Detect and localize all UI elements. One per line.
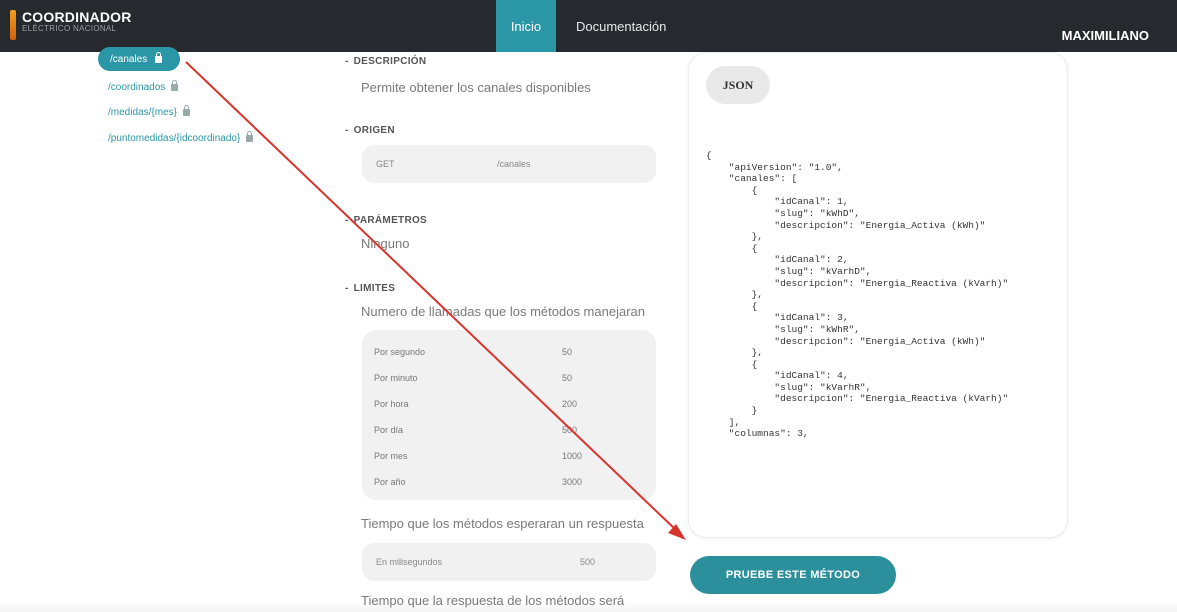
table-row: Por segundo 50 [374,347,573,357]
endpoint-route: /canales [497,159,531,169]
logo-title: COORDINADOR [22,9,132,25]
table-row: Por mes 1000 [374,451,583,461]
table-row: Por día 500 [374,425,578,435]
lock-icon [246,131,254,142]
parametros-text: Ninguno [361,236,410,251]
sidebar-item-puntomedidas[interactable]: /puntomedidas/{idcoordinado} [108,131,254,144]
descripcion-text: Permite obtener los canales disponibles [361,80,591,95]
section-descripcion-title: - DESCRIPCIÓN [345,56,427,67]
nav-inicio[interactable]: Inicio [496,0,556,52]
section-origen-title: - ORIGEN [345,125,395,136]
json-tab[interactable]: JSON [706,66,770,104]
table-row: Por hora 200 [374,399,578,409]
top-navbar: COORDINADOR ELÉCTRICO NACIONAL Inicio Do… [0,0,1177,52]
sidebar-item-label: /medidas/{mes} [108,107,177,118]
annotation-arrow-head [668,524,686,540]
table-row: Por año 3000 [374,477,583,487]
milliseconds-box: En milisegundos 500 [362,543,656,581]
lock-icon [171,80,179,91]
logo-mark-icon [10,10,16,40]
bottom-shadow [0,602,1177,612]
origin-box: GET /canales [362,145,656,183]
sidebar-item-label: /canales [110,53,148,65]
table-row: Por minuto 50 [374,373,573,383]
http-method: GET [376,159,395,169]
sidebar-item-label: /coordinados [108,82,166,93]
nav-documentacion[interactable]: Documentación [576,0,666,52]
lock-icon [182,105,190,116]
coordinador-logo[interactable]: COORDINADOR ELÉCTRICO NACIONAL [10,10,132,40]
logo-subtitle: ELÉCTRICO NACIONAL [22,24,117,33]
try-method-button[interactable]: PRUEBE ESTE MÉTODO [690,556,896,594]
ms-label: En milisegundos [376,557,443,567]
sidebar-item-canales[interactable]: /canales [98,47,180,71]
sidebar-item-coordinados[interactable]: /coordinados [108,80,179,93]
user-menu[interactable]: MAXIMILIANO [1062,9,1149,61]
sidebar-item-label: /puntomedidas/{idcoordinado} [108,133,241,144]
limites-text: Numero de llamadas que los métodos manej… [361,304,645,319]
wait-time-text: Tiempo que los métodos esperaran un resp… [361,516,644,531]
limits-table: Por segundo 50 Por minuto 50 Por hora 200 P… [362,330,656,500]
ms-value: 500 [580,557,596,567]
sidebar-item-medidas[interactable]: /medidas/{mes} [108,105,190,118]
section-limites-title: - LIMITES [345,283,396,294]
json-code-block: { "apiVersion": "1.0", "canales": [ { "i… [706,150,1009,440]
section-parametros-title: - PARÁMETROS [345,215,428,226]
lock-icon [155,51,163,63]
